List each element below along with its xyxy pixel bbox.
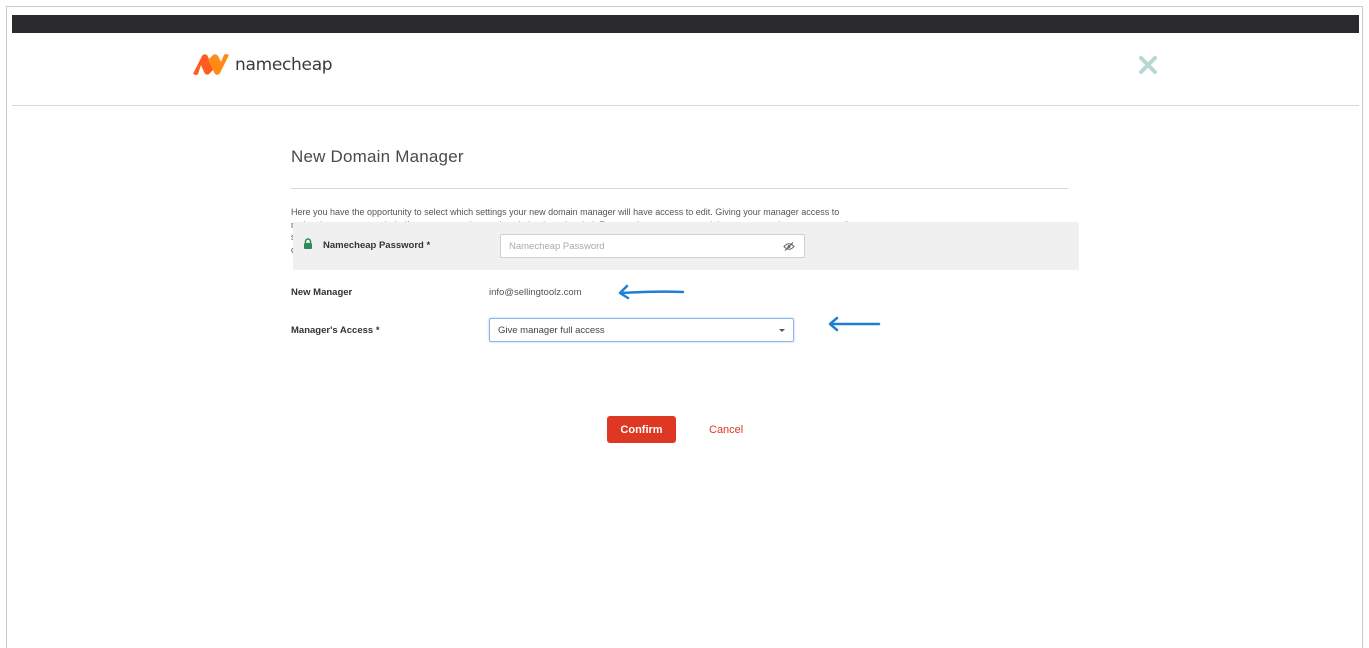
namecheap-logo[interactable]: namecheap — [192, 53, 333, 76]
left-arrow-annotation — [618, 284, 685, 300]
header: namecheap — [12, 33, 1359, 106]
manager-access-select[interactable]: Give manager full access — [489, 318, 794, 342]
page-title: New Domain Manager — [291, 147, 464, 166]
password-input[interactable]: Namecheap Password — [500, 234, 805, 258]
namecheap-logo-icon — [193, 54, 229, 75]
password-label: Namecheap Password * — [323, 240, 431, 251]
left-arrow-annotation — [828, 316, 881, 332]
browser-frame: namecheap New Domain Manager Here you ha… — [6, 6, 1363, 648]
cancel-link[interactable]: Cancel — [709, 424, 743, 436]
password-panel: Namecheap Password * Namecheap Password — [293, 222, 1079, 270]
brand-name: namecheap — [235, 54, 333, 75]
confirm-button[interactable]: Confirm — [607, 416, 676, 443]
lock-icon — [304, 238, 312, 249]
close-icon — [1139, 56, 1157, 74]
manager-access-selected: Give manager full access — [498, 324, 605, 336]
top-bar — [12, 15, 1359, 33]
new-manager-email: info@sellingtoolz.com — [489, 287, 582, 298]
action-bar: Confirm Cancel — [607, 416, 743, 443]
manager-access-label: Manager's Access * — [291, 324, 380, 336]
divider — [291, 188, 1068, 189]
eye-slash-icon[interactable] — [783, 242, 795, 251]
new-manager-label: New Manager — [291, 287, 353, 298]
close-button[interactable] — [1138, 55, 1158, 75]
manager-access-row: Manager's Access * Give manager full acc… — [291, 318, 1081, 342]
chevron-down-icon — [779, 329, 785, 332]
password-placeholder: Namecheap Password — [509, 241, 605, 252]
